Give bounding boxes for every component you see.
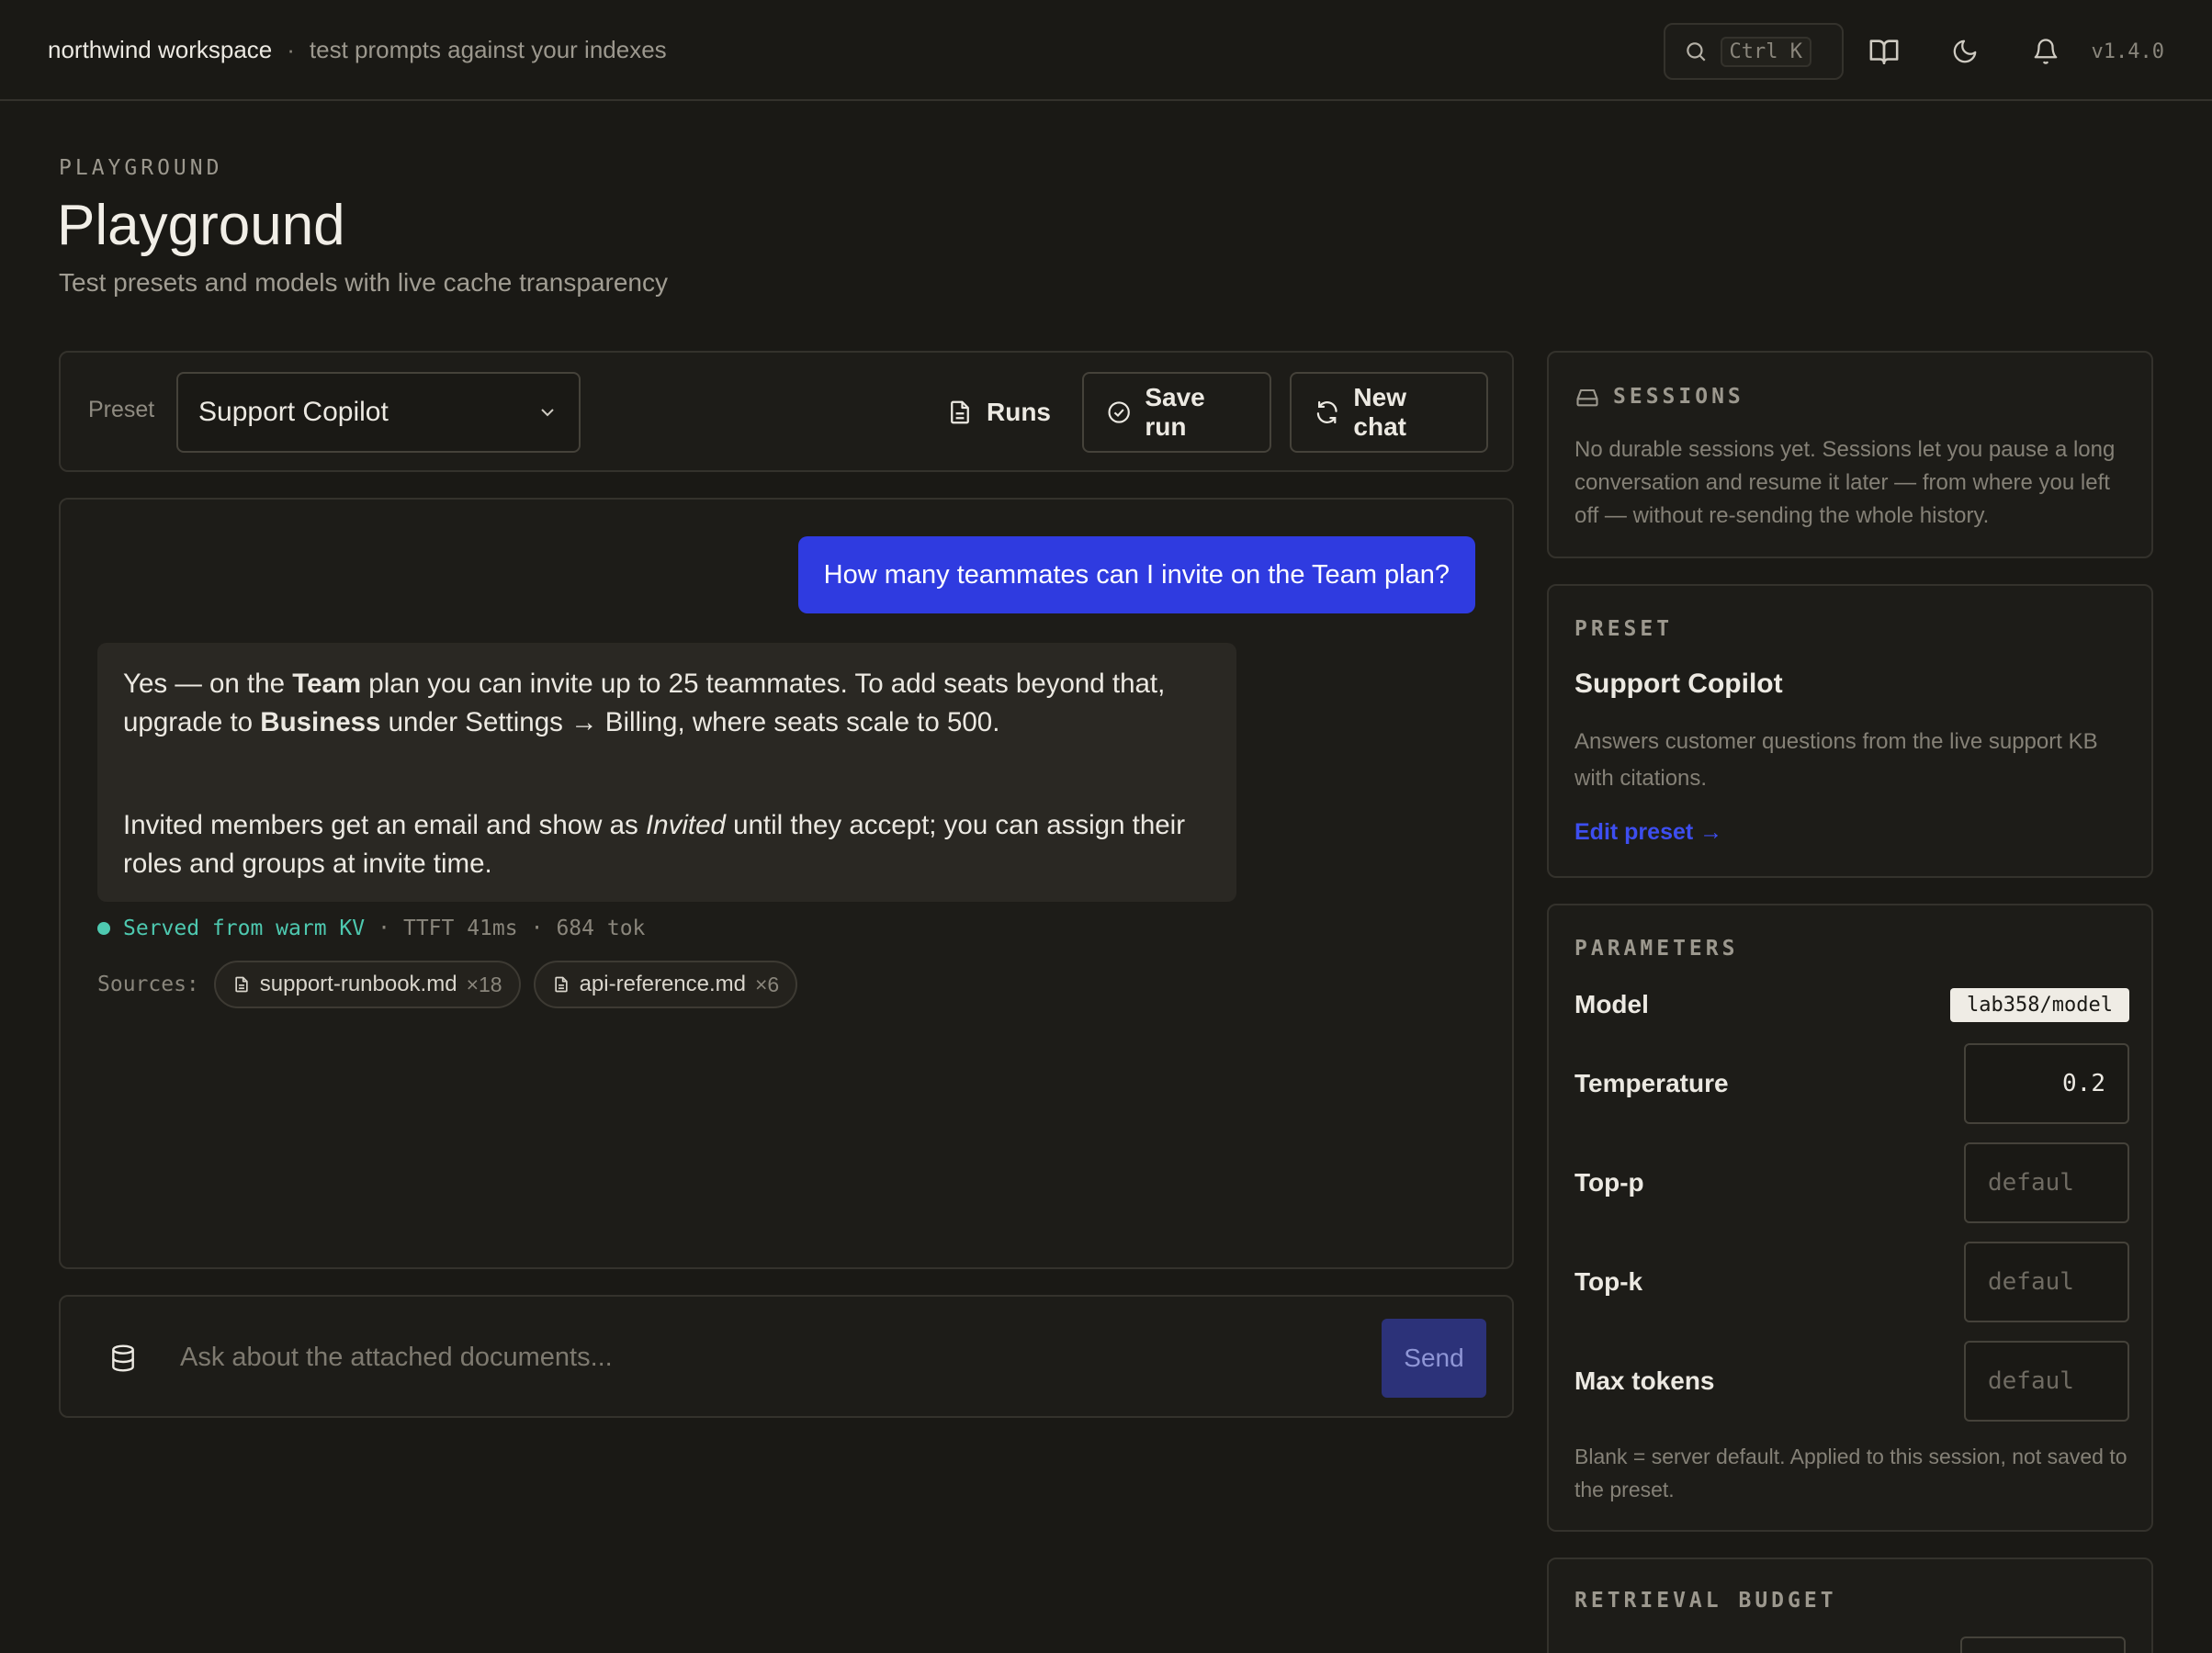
search-shortcut: Ctrl K [1720,36,1811,67]
page-title: Playground [57,194,345,257]
hard-drive-icon [1576,388,1598,407]
message-composer: Send [59,1295,1514,1418]
parameters-panel: PARAMETERS Model lab358/model Temperatur… [1547,904,2153,1532]
document-icon [951,400,969,424]
brand-separator: · [287,35,295,63]
database-icon[interactable] [108,1343,138,1374]
top-k-input[interactable] [1964,1242,2129,1322]
source-name: api-reference.md [579,972,746,996]
chat-transcript: How many teammates can I invite on the T… [59,498,1514,1269]
workspace-name[interactable]: northwind workspace [48,36,272,64]
bell-icon [2034,39,2057,64]
runs-button[interactable]: Runs [924,372,1073,453]
sources-row: Sources: support-runbook.md ×18 api-refe… [97,961,798,1008]
model-tag: lab358/model [1950,987,2129,1022]
new-chat-button[interactable]: New chat [1290,372,1488,453]
temperature-label: Temperature [1574,1069,1729,1097]
top-p-input[interactable] [1964,1142,2129,1223]
search-icon [1686,42,1706,62]
parameters-note: Blank = server default. Applied to this … [1574,1445,2127,1501]
runs-label: Runs [987,398,1051,426]
param-row-max-tokens: Max tokens [1574,1341,2129,1422]
page-subtitle: Test presets and models with live cache … [59,268,668,297]
chat-toolbar: Preset Support Copilot Runs Save run New… [59,351,1514,472]
message-input[interactable] [180,1324,970,1390]
moon-icon [1953,39,1976,63]
chevron-down-icon [541,409,554,417]
parameters-heading: PARAMETERS [1574,937,1739,961]
save-run-label: Save run [1145,383,1205,441]
save-run-button[interactable]: Save run [1082,372,1271,453]
search-button[interactable]: Ctrl K [1663,23,1844,80]
param-row-model: Model lab358/model [1574,984,2129,1025]
retrieval-budget-heading: RETRIEVAL BUDGET [1574,1589,1837,1613]
sessions-empty-text: No durable sessions yet. Sessions let yo… [1574,437,2116,528]
preset-heading: PRESET [1574,617,1674,641]
preset-panel: PRESET Support Copilot Answers customer … [1547,584,2153,878]
workspace-tagline: test prompts against your indexes [309,35,667,63]
file-icon [235,976,248,993]
source-chip[interactable]: support-runbook.md ×18 [213,961,521,1008]
param-row-temperature: Temperature [1574,1043,2129,1124]
retrieval-budget-input[interactable] [1960,1636,2126,1653]
file-icon [554,976,568,993]
send-button[interactable]: Send [1382,1319,1486,1398]
preset-select-value: Support Copilot [198,397,389,427]
preset-label: Preset [88,397,155,422]
refresh-icon [1316,400,1337,424]
temperature-input[interactable] [1964,1043,2129,1124]
top-p-label: Top-p [1574,1168,1644,1197]
top-k-label: Top-k [1574,1267,1643,1296]
retrieval-budget-panel: RETRIEVAL BUDGET [1547,1557,2153,1653]
assistant-message: Yes — on the Team plan you can invite up… [97,643,1236,902]
cache-status-dot [97,922,110,935]
cache-status-label: Served from warm KV [123,916,366,940]
param-row-top-k: Top-k [1574,1242,2129,1322]
response-meta: Served from warm KV · TTFT 41ms · 684 to… [97,916,645,940]
preset-description: Answers customer questions from the live… [1574,729,2098,791]
param-row-top-p: Top-p [1574,1142,2129,1223]
max-tokens-label: Max tokens [1574,1366,1715,1395]
token-count: 684 tok [556,916,646,940]
book-open-icon [1869,39,1898,65]
sessions-heading: SESSIONS [1574,384,1744,410]
user-message: How many teammates can I invite on the T… [797,536,1475,613]
sessions-panel: SESSIONS No durable sessions yet. Sessio… [1547,351,2153,558]
assistant-paragraph-1: Yes — on the Team plan you can invite up… [123,669,1166,737]
notifications-button[interactable] [2005,23,2086,80]
assistant-paragraph-2: Invited members get an email and show as… [123,810,1186,879]
source-count: ×18 [466,972,502,996]
ttft-value: TTFT 41ms [402,916,518,940]
max-tokens-input[interactable] [1964,1341,2129,1422]
source-name: support-runbook.md [259,972,457,996]
new-chat-label: New chat [1353,383,1406,441]
source-chip[interactable]: api-reference.md ×6 [533,961,798,1008]
edit-preset-link[interactable]: Edit preset → [1574,819,1722,846]
theme-toggle-button[interactable] [1924,23,2005,80]
meta-separator: · [378,916,390,940]
top-bar: northwind workspace · test prompts again… [0,0,2212,101]
topbar-actions: Ctrl K v1.4.0 [1663,23,2164,80]
check-circle-icon [1108,401,1130,423]
source-count: ×6 [755,972,780,996]
preset-name: Support Copilot [1574,669,1783,699]
page-eyebrow: PLAYGROUND [59,156,223,180]
app-version: v1.4.0 [2091,39,2164,63]
docs-button[interactable] [1844,23,1924,80]
meta-separator: · [530,916,544,940]
preset-select[interactable]: Support Copilot [176,372,581,453]
sources-label: Sources: [97,973,199,996]
model-label: Model [1574,990,1649,1018]
